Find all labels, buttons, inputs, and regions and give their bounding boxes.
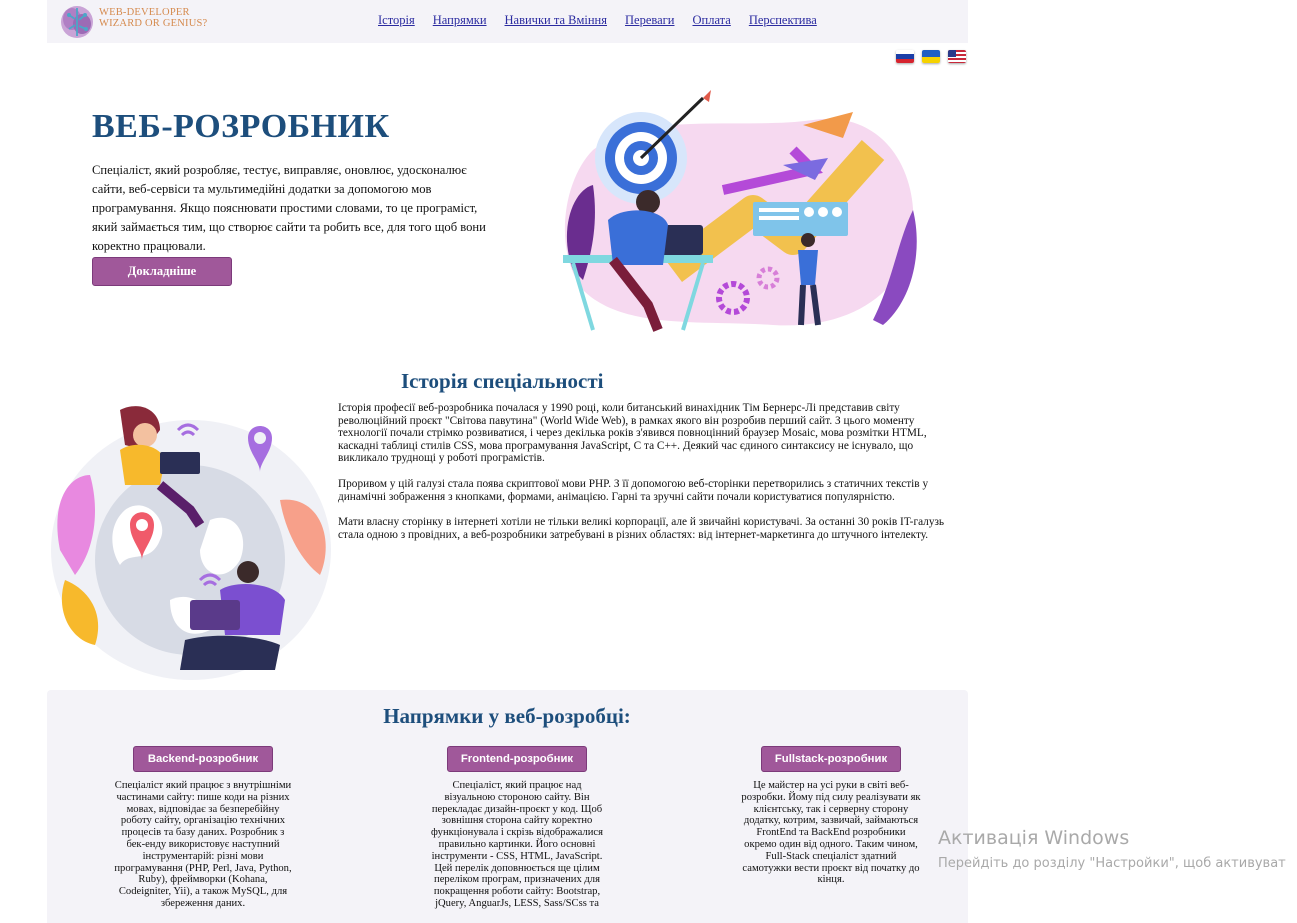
- hero-title: ВЕБ-РОЗРОБНИК: [92, 108, 390, 145]
- history-paragraph: Історія професії веб-розробника почалася…: [338, 402, 927, 465]
- direction-card-fullstack: Fullstack-розробник Це майстер на усі ру…: [741, 746, 921, 886]
- history-text: Історія професії веб-розробника почалася…: [338, 402, 966, 554]
- site-header: WEB-DEVELOPER WIZARD OR GENIUS? Історія …: [47, 0, 968, 43]
- backend-developer-button[interactable]: Backend-розробник: [133, 746, 273, 772]
- language-switcher: [896, 50, 966, 63]
- logo-line-2: WIZARD OR GENIUS?: [99, 18, 208, 29]
- nav-link-skills[interactable]: Навички та Вміння: [505, 13, 607, 28]
- history-paragraph: Проривом у цій галузі стала поява скрипт…: [338, 477, 929, 503]
- windows-activation-title: Активація Windows: [938, 827, 1130, 849]
- logo-line-1: WEB-DEVELOPER: [99, 7, 190, 18]
- brain-logo-icon[interactable]: [59, 3, 95, 40]
- direction-card-backend: Backend-розробник Спеціаліст який працює…: [113, 746, 293, 910]
- nav-link-payment[interactable]: Оплата: [692, 13, 730, 28]
- more-details-button[interactable]: Докладніше: [92, 257, 232, 286]
- history-paragraph: Мати власну сторінку в інтернеті хотіли …: [338, 516, 945, 541]
- main-nav: Історія Напрямки Навички та Вміння Перев…: [378, 13, 817, 28]
- history-section-title: Історія спеціальності: [401, 369, 604, 393]
- usa-flag-icon[interactable]: [948, 50, 966, 63]
- ukrainian-flag-icon[interactable]: [922, 50, 940, 63]
- direction-description: Спеціаліст який працює з внутрішніми час…: [114, 780, 292, 909]
- logo-text: WEB-DEVELOPER WIZARD OR GENIUS?: [99, 7, 207, 29]
- developer-target-illustration: [563, 90, 917, 332]
- nav-link-perspective[interactable]: Перспектива: [749, 13, 817, 28]
- directions-section-title: Напрямки у веб-розробці:: [383, 704, 631, 728]
- hero-description: Спеціаліст, який розробляє, тестує, випр…: [92, 163, 486, 253]
- nav-link-history[interactable]: Історія: [378, 13, 415, 28]
- direction-card-frontend: Frontend-розробник Спеціаліст, який прац…: [427, 746, 607, 910]
- frontend-developer-button[interactable]: Frontend-розробник: [447, 746, 587, 772]
- windows-activation-subtitle: Перейдіть до розділу "Настройки", щоб ак…: [938, 856, 1286, 871]
- fullstack-developer-button[interactable]: Fullstack-розробник: [761, 746, 901, 772]
- russian-flag-icon[interactable]: [896, 50, 914, 63]
- direction-description: Спеціаліст, який працює над візуальною с…: [431, 780, 603, 909]
- nav-link-advantages[interactable]: Переваги: [625, 13, 674, 28]
- nav-link-directions[interactable]: Напрямки: [433, 13, 487, 28]
- direction-description: Це майстер на усі руки в світі веб-розро…: [741, 780, 921, 886]
- globe-network-illustration: [51, 406, 331, 680]
